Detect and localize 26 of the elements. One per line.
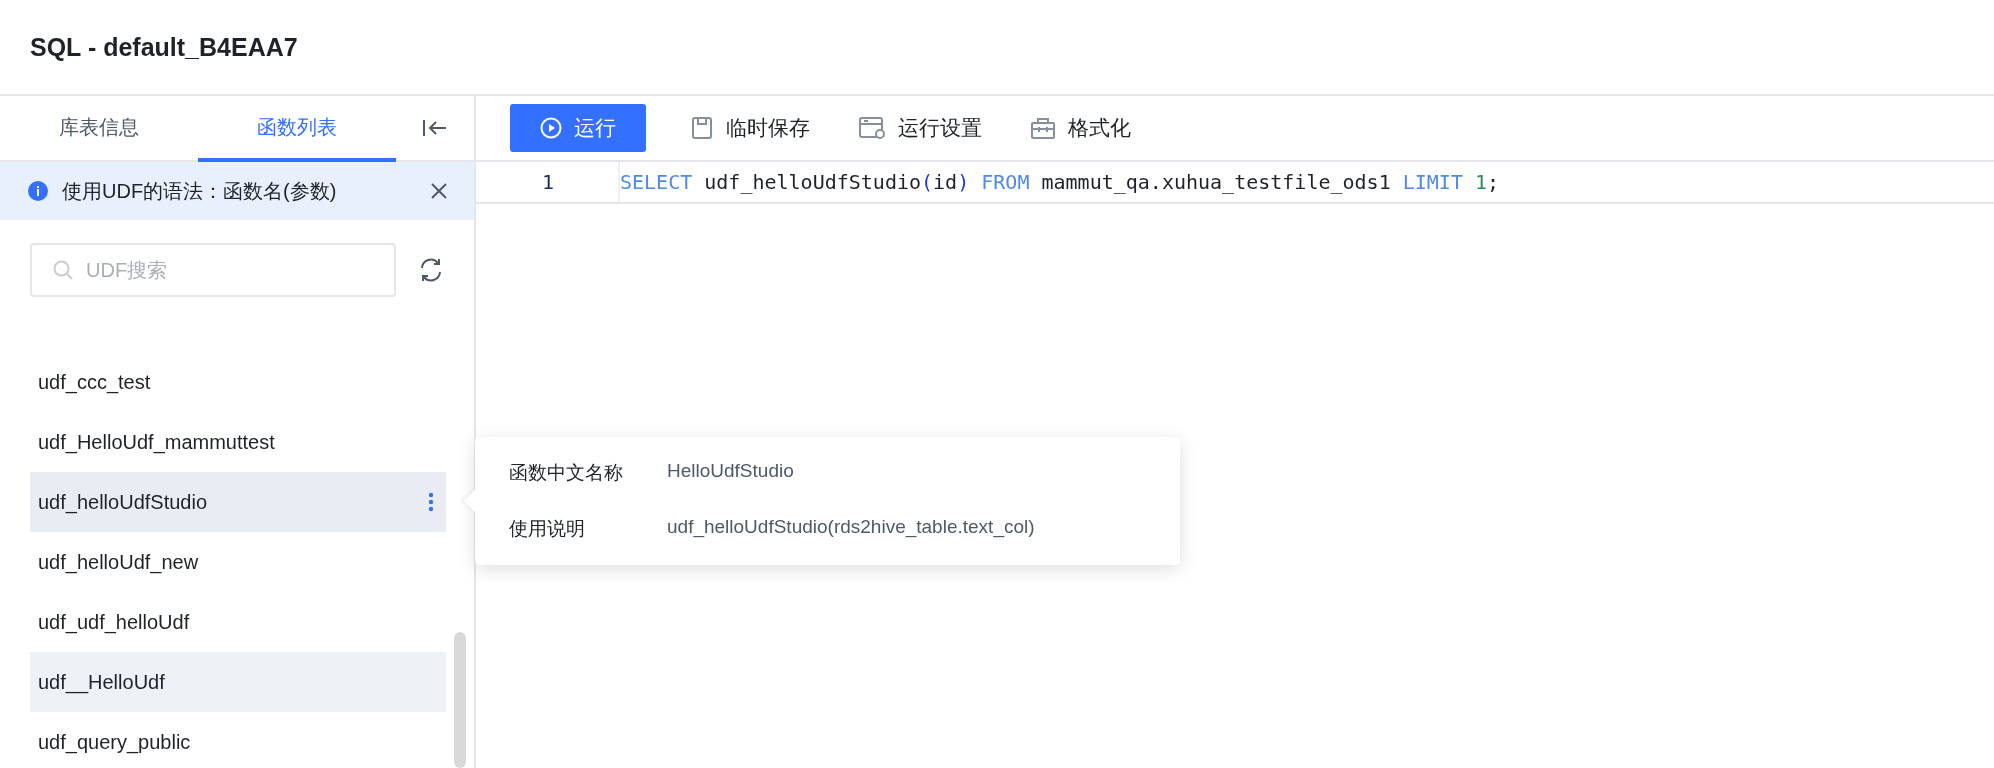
code-line: SELECT udf_helloUdfStudio(id) FROM mammut_qa.xuhua_testfile_ods1 LIMIT 1; [620,170,1500,194]
function-item[interactable]: udf__HelloUdf [30,652,446,712]
page-title: SQL - default_B4EAA7 [30,32,298,62]
search-field[interactable]: UDF搜索 [30,243,396,297]
popover-value: HelloUdfStudio [667,460,795,483]
refresh-icon[interactable] [418,257,444,283]
toolbar-button[interactable]: 运行设置 [854,104,986,152]
play-icon [540,117,562,139]
line-number: 1 [476,162,620,202]
window-gear-icon [858,116,886,140]
toolbar-button[interactable]: 格式化 [1026,104,1135,152]
toolbox-icon [1030,116,1056,140]
popover-label: 函数中文名称 [509,461,624,485]
toolbar-button[interactable]: 临时保存 [686,104,814,152]
popover-value: udf_helloUdfStudio(rds2hive_table.text_col) [667,516,1036,540]
more-icon[interactable] [428,492,434,512]
save-icon [690,116,714,140]
info-text: 使用UDF的语法：函数名(参数) [62,178,338,204]
close-icon[interactable] [430,182,448,200]
sidebar-tab[interactable]: 库表信息 [0,96,198,162]
collapse-left-icon [422,118,448,138]
function-item[interactable]: udf_helloUdfStudio [30,472,446,532]
search-icon [52,259,74,281]
info-icon [28,181,48,201]
popover-label: 使用说明 [509,517,586,541]
run-button[interactable]: 运行 [510,104,646,152]
